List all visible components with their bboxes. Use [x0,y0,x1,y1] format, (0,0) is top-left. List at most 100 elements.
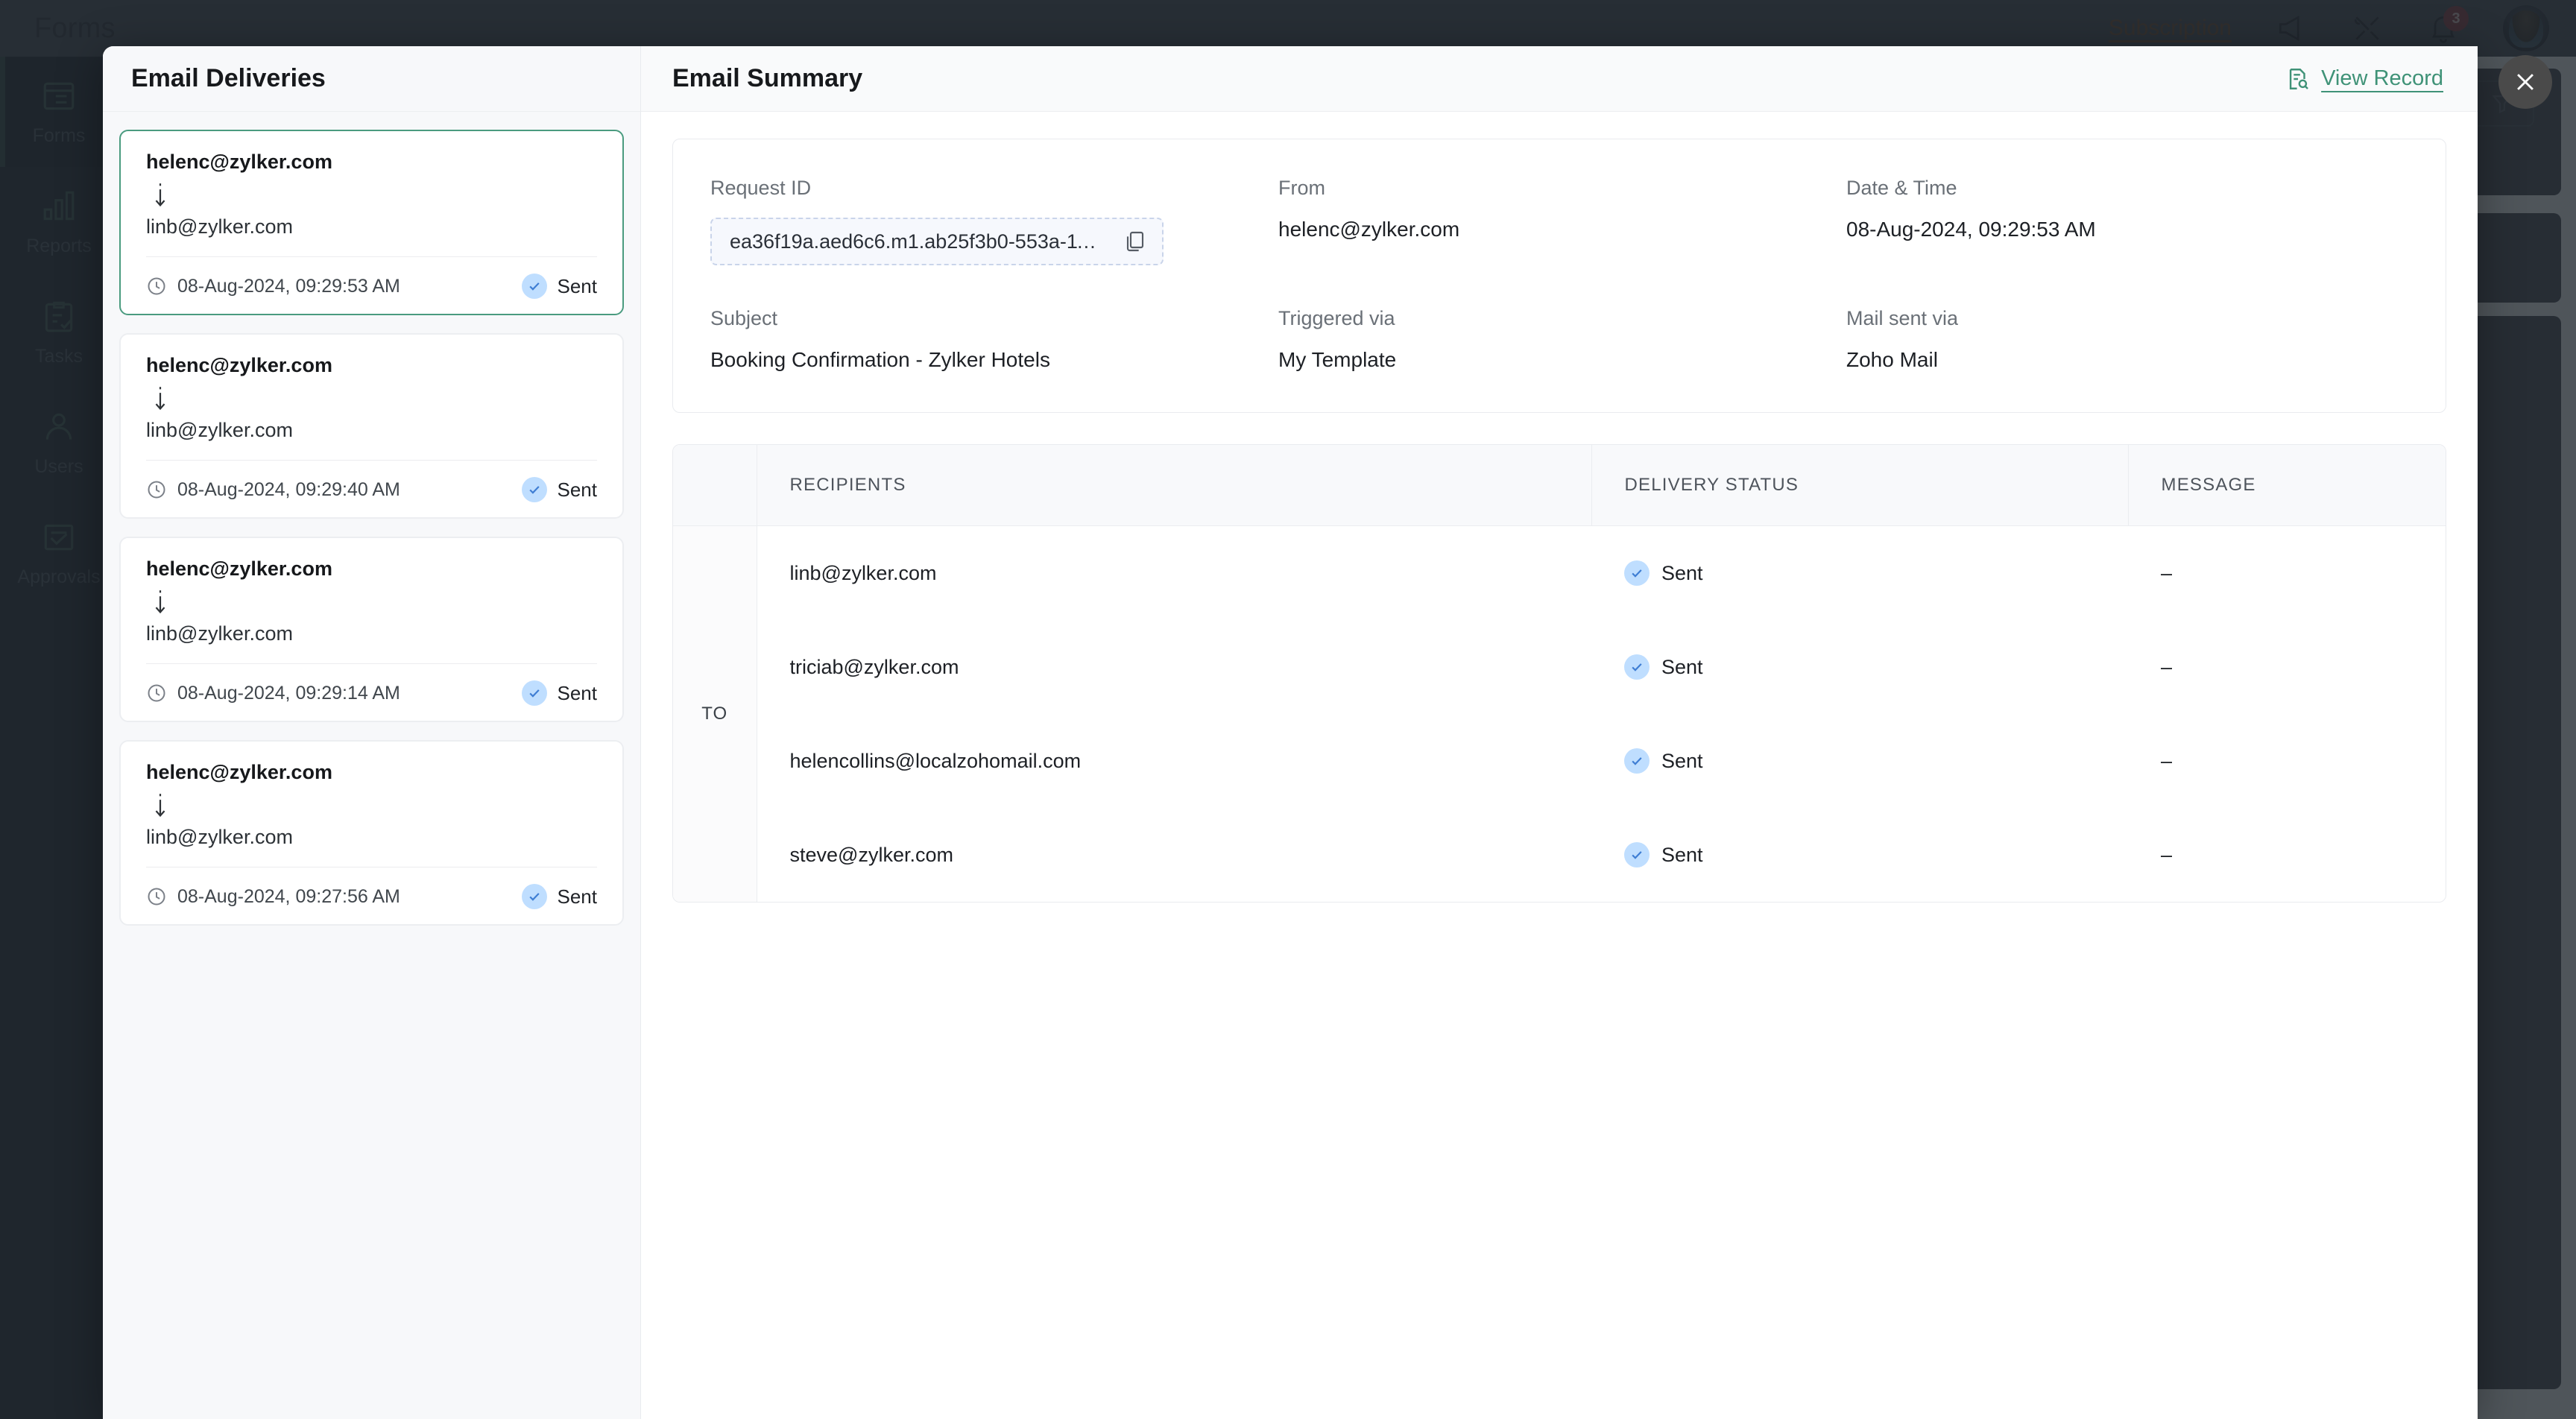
clock-icon [146,683,167,704]
close-icon [2517,74,2534,90]
recipient-message: – [2161,561,2173,584]
recipient-status: Sent [1591,620,2128,714]
table-row: triciab@zylker.com Sent – [673,620,2446,714]
delivery-footer: 08-Aug-2024, 09:27:56 AM Sent [146,884,597,909]
list-item[interactable]: helenc@zylker.com linb@zylker.com 08-Aug… [119,130,624,315]
field-label: From [1278,177,1325,199]
status-label: Sent [1661,749,1703,772]
delivery-time: 08-Aug-2024, 09:29:53 AM [146,276,400,297]
request-id-value: ea36f19a.aed6c6.m1.ab25f3b0-553a-11... [730,230,1102,253]
field-request-id: Request ID ea36f19a.aed6c6.m1.ab25f3b0-5… [710,177,1278,265]
status-badge: Sent [521,680,598,706]
summary-title: Email Summary [672,64,863,92]
field-label: Triggered via [1278,307,1395,329]
check-circle-icon [1624,654,1650,680]
email-summary-panel: Email Summary View Record Request ID ea3… [641,46,2478,1419]
status-badge: Sent [521,274,598,299]
check-circle-icon [521,680,547,706]
deliveries-list[interactable]: helenc@zylker.com linb@zylker.com 08-Aug… [103,112,640,1419]
view-record-label: View Record [2321,66,2443,90]
check-circle-icon [1624,560,1650,586]
list-item[interactable]: helenc@zylker.com linb@zylker.com 08-Aug… [119,333,624,519]
field-label: Request ID [710,177,812,199]
clock-icon [146,886,167,907]
recipient-status: Sent [1591,526,2128,621]
email-deliveries-modal: Email Deliveries helenc@zylker.com linb@… [103,46,2478,1419]
request-id-box[interactable]: ea36f19a.aed6c6.m1.ab25f3b0-553a-11... [710,218,1164,265]
delivery-timestamp: 08-Aug-2024, 09:29:40 AM [177,478,400,500]
check-circle-icon [1624,748,1650,774]
divider [146,663,597,664]
recipients-table: RECIPIENTS DELIVERY STATUS MESSAGE TO li… [673,445,2446,902]
column-header-group [673,445,757,526]
recipient-message: – [2161,843,2173,866]
status-label: Sent [1661,843,1703,866]
recipients-card: RECIPIENTS DELIVERY STATUS MESSAGE TO li… [672,444,2446,903]
delivery-footer: 08-Aug-2024, 09:29:53 AM Sent [146,274,597,299]
recipient-email: helencollins@localzohomail.com [789,749,1082,772]
table-row: TO linb@zylker.com Sent – [673,525,2446,902]
check-circle-icon [521,477,547,502]
arrow-down-icon [151,588,170,616]
status-badge: Sent [521,884,598,909]
status-label: Sent [1661,655,1703,678]
recipient-group-label: TO [673,525,757,902]
deliveries-title: Email Deliveries [131,64,326,92]
delivery-from: helenc@zylker.com [146,761,332,783]
column-header-delivery-status: DELIVERY STATUS [1591,445,2129,526]
field-value: 08-Aug-2024, 09:29:53 AM [1846,218,2096,241]
delivery-timestamp: 08-Aug-2024, 09:27:56 AM [177,885,400,907]
field-label: Subject [710,307,778,329]
delivery-timestamp: 08-Aug-2024, 09:29:14 AM [177,682,400,704]
close-button[interactable] [2498,55,2552,109]
delivery-time: 08-Aug-2024, 09:29:40 AM [146,479,400,501]
delivery-footer: 08-Aug-2024, 09:29:14 AM Sent [146,680,597,706]
copy-icon[interactable] [1122,230,1146,253]
status-badge: Sent [521,477,598,502]
recipient-message: – [2161,655,2173,678]
deliveries-header: Email Deliveries [103,46,640,112]
recipient-email: steve@zylker.com [789,843,953,866]
clock-icon [146,276,167,297]
status-label: Sent [557,274,598,297]
field-value: helenc@zylker.com [1278,218,1460,241]
table-row: steve@zylker.com Sent – [673,808,2446,902]
delivery-to: linb@zylker.com [146,419,293,441]
summary-fields-grid: Request ID ea36f19a.aed6c6.m1.ab25f3b0-5… [710,177,2408,372]
recipient-email: triciab@zylker.com [789,655,959,678]
field-date-time: Date & Time 08-Aug-2024, 09:29:53 AM [1846,177,2408,265]
status-label: Sent [557,885,598,908]
delivery-time: 08-Aug-2024, 09:29:14 AM [146,683,400,704]
arrow-down-icon [151,791,170,820]
summary-fields-card: Request ID ea36f19a.aed6c6.m1.ab25f3b0-5… [672,139,2446,413]
delivery-timestamp: 08-Aug-2024, 09:29:53 AM [177,275,400,297]
field-value: My Template [1278,348,1397,371]
table-header-row: RECIPIENTS DELIVERY STATUS MESSAGE [673,445,2446,526]
list-item[interactable]: helenc@zylker.com linb@zylker.com 08-Aug… [119,537,624,722]
view-record-link[interactable]: View Record [2285,66,2443,92]
divider [146,460,597,461]
arrow-down-icon [151,181,170,209]
recipient-message: – [2161,749,2173,772]
field-triggered-via: Triggered via My Template [1278,307,1846,372]
status-label: Sent [557,681,598,704]
delivery-from: helenc@zylker.com [146,354,332,376]
check-circle-icon [1624,842,1650,867]
summary-body: Request ID ea36f19a.aed6c6.m1.ab25f3b0-5… [641,112,2478,1419]
recipient-status: Sent [1591,808,2128,902]
table-row: helencollins@localzohomail.com Sent – [673,714,2446,808]
document-search-icon [2285,66,2311,92]
delivery-to: linb@zylker.com [146,622,293,645]
recipient-status: Sent [1591,714,2128,808]
list-item[interactable]: helenc@zylker.com linb@zylker.com 08-Aug… [119,740,624,926]
status-label: Sent [1661,561,1703,584]
delivery-to: linb@zylker.com [146,826,293,848]
check-circle-icon [521,884,547,909]
divider [146,256,597,257]
field-value: Zoho Mail [1846,348,1938,371]
delivery-time: 08-Aug-2024, 09:27:56 AM [146,886,400,908]
email-deliveries-panel: Email Deliveries helenc@zylker.com linb@… [103,46,641,1419]
status-label: Sent [557,478,598,501]
field-label: Date & Time [1846,177,1957,199]
field-from: From helenc@zylker.com [1278,177,1846,265]
